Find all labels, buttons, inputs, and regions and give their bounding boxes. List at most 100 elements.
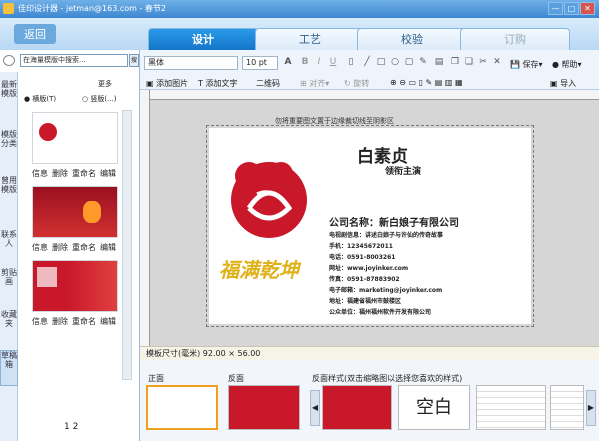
design-canvas[interactable]: 勿将重要图文置于边缘裁切线至阴影区 福满乾坤 白素贞 领衔主演 公司名称：新白娘… xyxy=(140,90,599,346)
info-button[interactable]: 信息 xyxy=(32,243,48,252)
rotate-button[interactable]: ↻ 旋转 xyxy=(344,78,369,89)
style-red[interactable] xyxy=(322,385,392,430)
copy-icon[interactable]: ❐ xyxy=(450,56,460,68)
tab-design[interactable]: 设计 xyxy=(148,28,258,50)
style-blank[interactable]: 空白 xyxy=(398,385,470,430)
orientation-horizontal-label: 横版(T) xyxy=(32,95,57,103)
app-logo-icon xyxy=(3,3,14,14)
template-actions-1: 信息 删除 重命名 编辑 xyxy=(32,168,120,179)
layer-icon[interactable]: ▤ xyxy=(434,56,444,68)
help-button[interactable]: ● 帮助▾ xyxy=(552,59,582,70)
bold-icon[interactable]: B xyxy=(300,56,310,68)
line-icon[interactable]: ╱ xyxy=(362,56,372,68)
back-style-label: 反面样式(双击缩略图以选择您喜欢的样式) xyxy=(312,374,463,383)
front-thumb[interactable] xyxy=(146,385,218,430)
more-link[interactable]: 更多 xyxy=(98,79,112,89)
save-button[interactable]: 💾 保存▾ xyxy=(510,59,543,70)
tab-craft[interactable]: 工艺 xyxy=(255,28,365,50)
zoom-controls[interactable]: ⊕ ⊖ ▭ ▯ ✎ ▤ ▥ ▦ xyxy=(390,78,463,87)
edit-button[interactable]: 编辑 xyxy=(100,243,116,252)
vtab-contacts[interactable]: 联系人 xyxy=(0,230,18,260)
template-thumb-3[interactable] xyxy=(32,260,118,312)
delete-button[interactable]: 删除 xyxy=(52,169,68,178)
info-button[interactable]: 信息 xyxy=(32,317,48,326)
style-calendar-1[interactable] xyxy=(476,385,546,430)
add-text-button[interactable]: T 添加文字 xyxy=(198,78,237,89)
back-thumb[interactable] xyxy=(228,385,300,430)
search-input[interactable]: 在海量模版中搜索... xyxy=(20,54,128,67)
import-label: 导入 xyxy=(560,79,577,88)
vertical-tabs: 最新模版 模版分类 曾用模版 联系人 剪贴画 收藏夹 草稿箱 xyxy=(0,72,18,441)
info-button[interactable]: 信息 xyxy=(32,169,48,178)
company-name[interactable]: 公司名称：新白娘子有限公司 xyxy=(329,214,459,229)
qrcode-button[interactable]: 二维码 xyxy=(256,78,280,89)
italic-icon[interactable]: I xyxy=(314,56,324,68)
edit-button[interactable]: 编辑 xyxy=(100,317,116,326)
text-box-icon[interactable]: ▯ xyxy=(346,56,356,68)
underline-icon[interactable]: U xyxy=(328,56,338,68)
style-next-button[interactable]: ▶ xyxy=(586,390,596,426)
search-icon xyxy=(3,55,15,66)
style-calendar-2[interactable] xyxy=(550,385,584,430)
align-label: 对齐 xyxy=(309,79,326,88)
vtab-category[interactable]: 模版分类 xyxy=(0,130,18,170)
align-button[interactable]: ⊞ 对齐▾ xyxy=(300,78,329,89)
style-prev-button[interactable]: ◀ xyxy=(310,390,320,426)
tab-order[interactable]: 订购 xyxy=(460,28,570,50)
rounded-rect-icon[interactable]: ▢ xyxy=(404,56,414,68)
template-scrollbar[interactable] xyxy=(122,110,132,380)
tab-verify[interactable]: 校验 xyxy=(357,28,467,50)
edit-button[interactable]: 编辑 xyxy=(100,169,116,178)
line-email: 电子邮箱：marketing@joyinker.com xyxy=(329,287,443,294)
font-select[interactable]: 黑体 xyxy=(144,56,238,70)
delete-button[interactable]: 删除 xyxy=(52,243,68,252)
vtab-clipart[interactable]: 剪贴画 xyxy=(0,268,18,298)
pen-icon[interactable]: ✎ xyxy=(418,56,428,68)
paste-icon[interactable]: ❏ xyxy=(464,56,474,68)
side-selector: 正面 反面 反面样式(双击缩略图以选择您喜欢的样式) ◀ 空白 ▶ xyxy=(140,360,599,441)
font-size-select[interactable]: 10 pt xyxy=(242,56,278,70)
vtab-favorites[interactable]: 收藏夹 xyxy=(0,310,18,340)
orientation-horizontal[interactable]: ● 横版(T) xyxy=(24,94,56,104)
text-color-icon[interactable]: A xyxy=(283,56,293,68)
add-text-label: 添加文字 xyxy=(205,79,238,88)
line-fax: 传真：0591-87883902 xyxy=(329,276,400,283)
line-web: 网址：www.joyinker.com xyxy=(329,265,409,272)
cut-icon[interactable]: ✂ xyxy=(478,56,488,68)
save-label: 保存 xyxy=(522,60,539,69)
business-card[interactable]: 福满乾坤 白素贞 领衔主演 公司名称：新白娘子有限公司 电视剧信息：讲述白娘子与… xyxy=(206,125,534,327)
line-unit: 公众单位：福州福州软件开发有限公司 xyxy=(329,309,432,316)
title-bar: 佳印设计器 - jetman@163.com - 春节2 — □ ✕ xyxy=(0,0,599,18)
rename-button[interactable]: 重命名 xyxy=(72,243,96,252)
close-button[interactable]: ✕ xyxy=(580,2,595,15)
rename-button[interactable]: 重命名 xyxy=(72,169,96,178)
back-button[interactable]: 返回 xyxy=(14,24,56,44)
editor-toolbar: 黑体 10 pt A B I U ▯ ╱ □ ○ ▢ ✎ ▤ ❐ ❏ ✂ ✕ 💾… xyxy=(140,50,599,90)
back-label: 反面 xyxy=(228,374,244,383)
template-actions-2: 信息 删除 重命名 编辑 xyxy=(32,242,120,253)
add-image-button[interactable]: ▣ 添加图片 xyxy=(146,78,188,89)
size-label: 模板尺寸(毫米) xyxy=(146,349,201,358)
vtab-drafts[interactable]: 草稿箱 xyxy=(0,350,18,386)
ellipse-icon[interactable]: ○ xyxy=(390,56,400,68)
card-title[interactable]: 领衔主演 xyxy=(385,164,421,177)
vtab-used[interactable]: 曾用模版 xyxy=(0,176,18,216)
contact-lines[interactable]: 电视剧信息：讲述白娘子与许仙的传奇故事 手机：12345672011 电话：05… xyxy=(329,230,443,318)
maximize-button[interactable]: □ xyxy=(564,2,579,15)
vtab-latest[interactable]: 最新模版 xyxy=(0,80,18,120)
minimize-button[interactable]: — xyxy=(548,2,563,15)
delete-button[interactable]: 删除 xyxy=(52,317,68,326)
orientation-vertical[interactable]: ○ 竖版(...) xyxy=(82,94,116,104)
delete-icon[interactable]: ✕ xyxy=(492,56,502,68)
search-button[interactable]: 搜 xyxy=(129,54,139,67)
template-actions-3: 信息 删除 重命名 编辑 xyxy=(32,316,120,327)
template-thumb-2[interactable] xyxy=(32,186,118,238)
import-button[interactable]: ▣ 导入 xyxy=(550,78,576,89)
main-nav: 返回 设计 工艺 校验 订购 xyxy=(0,18,599,50)
template-size-bar: 模板尺寸(毫米) 92.00 × 56.00 xyxy=(140,346,599,360)
rename-button[interactable]: 重命名 xyxy=(72,317,96,326)
vertical-ruler xyxy=(140,90,150,346)
rect-icon[interactable]: □ xyxy=(376,56,386,68)
template-thumb-1[interactable] xyxy=(32,112,118,164)
pagination[interactable]: 1 2 xyxy=(64,422,78,432)
